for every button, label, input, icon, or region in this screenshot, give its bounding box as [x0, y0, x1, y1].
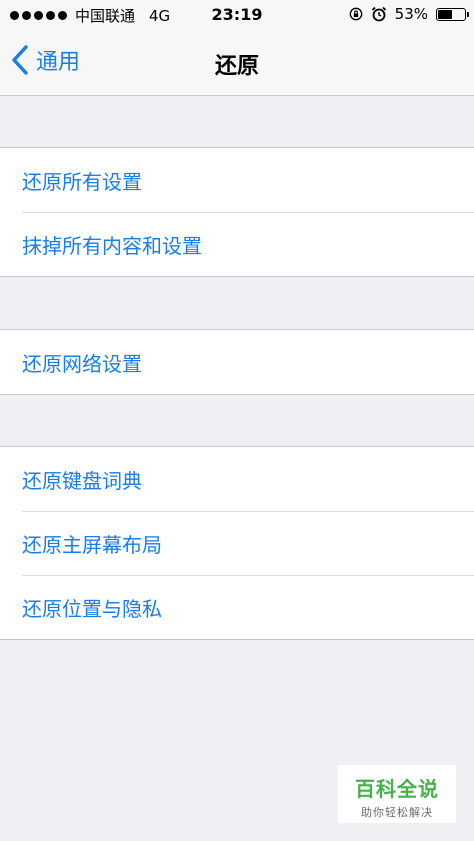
- status-bar: 中国联通 4G 23:19 53%: [0, 0, 474, 30]
- battery-icon: [436, 7, 469, 21]
- watermark-logo: 百科全说 助你轻松解决: [338, 765, 456, 823]
- settings-group-3: 还原键盘词典 还原主屏幕布局 还原位置与隐私: [0, 446, 474, 640]
- battery-level-fill: [438, 9, 452, 19]
- status-bar-right: 53%: [349, 5, 469, 23]
- page-title: 还原: [214, 54, 259, 79]
- reset-network-settings-row[interactable]: 还原网络设置: [0, 330, 474, 394]
- erase-all-content-row[interactable]: 抹掉所有内容和设置: [0, 212, 474, 276]
- watermark-subtitle: 助你轻松解决: [361, 806, 433, 819]
- rotation-lock-icon: [349, 7, 362, 21]
- settings-group-2: 还原网络设置: [0, 329, 474, 395]
- reset-location-privacy-row[interactable]: 还原位置与隐私: [0, 575, 474, 639]
- reset-keyboard-dictionary-row[interactable]: 还原键盘词典: [0, 447, 474, 511]
- reset-home-screen-layout-row[interactable]: 还原主屏幕布局: [0, 511, 474, 575]
- alarm-icon: [371, 6, 386, 22]
- reset-all-settings-row[interactable]: 还原所有设置: [0, 148, 474, 212]
- battery-percent: 53%: [394, 5, 428, 23]
- settings-group-1: 还原所有设置 抹掉所有内容和设置: [0, 147, 474, 277]
- watermark-title: 百科全说: [355, 777, 439, 801]
- navigation-bar: 通用 还原: [0, 30, 474, 96]
